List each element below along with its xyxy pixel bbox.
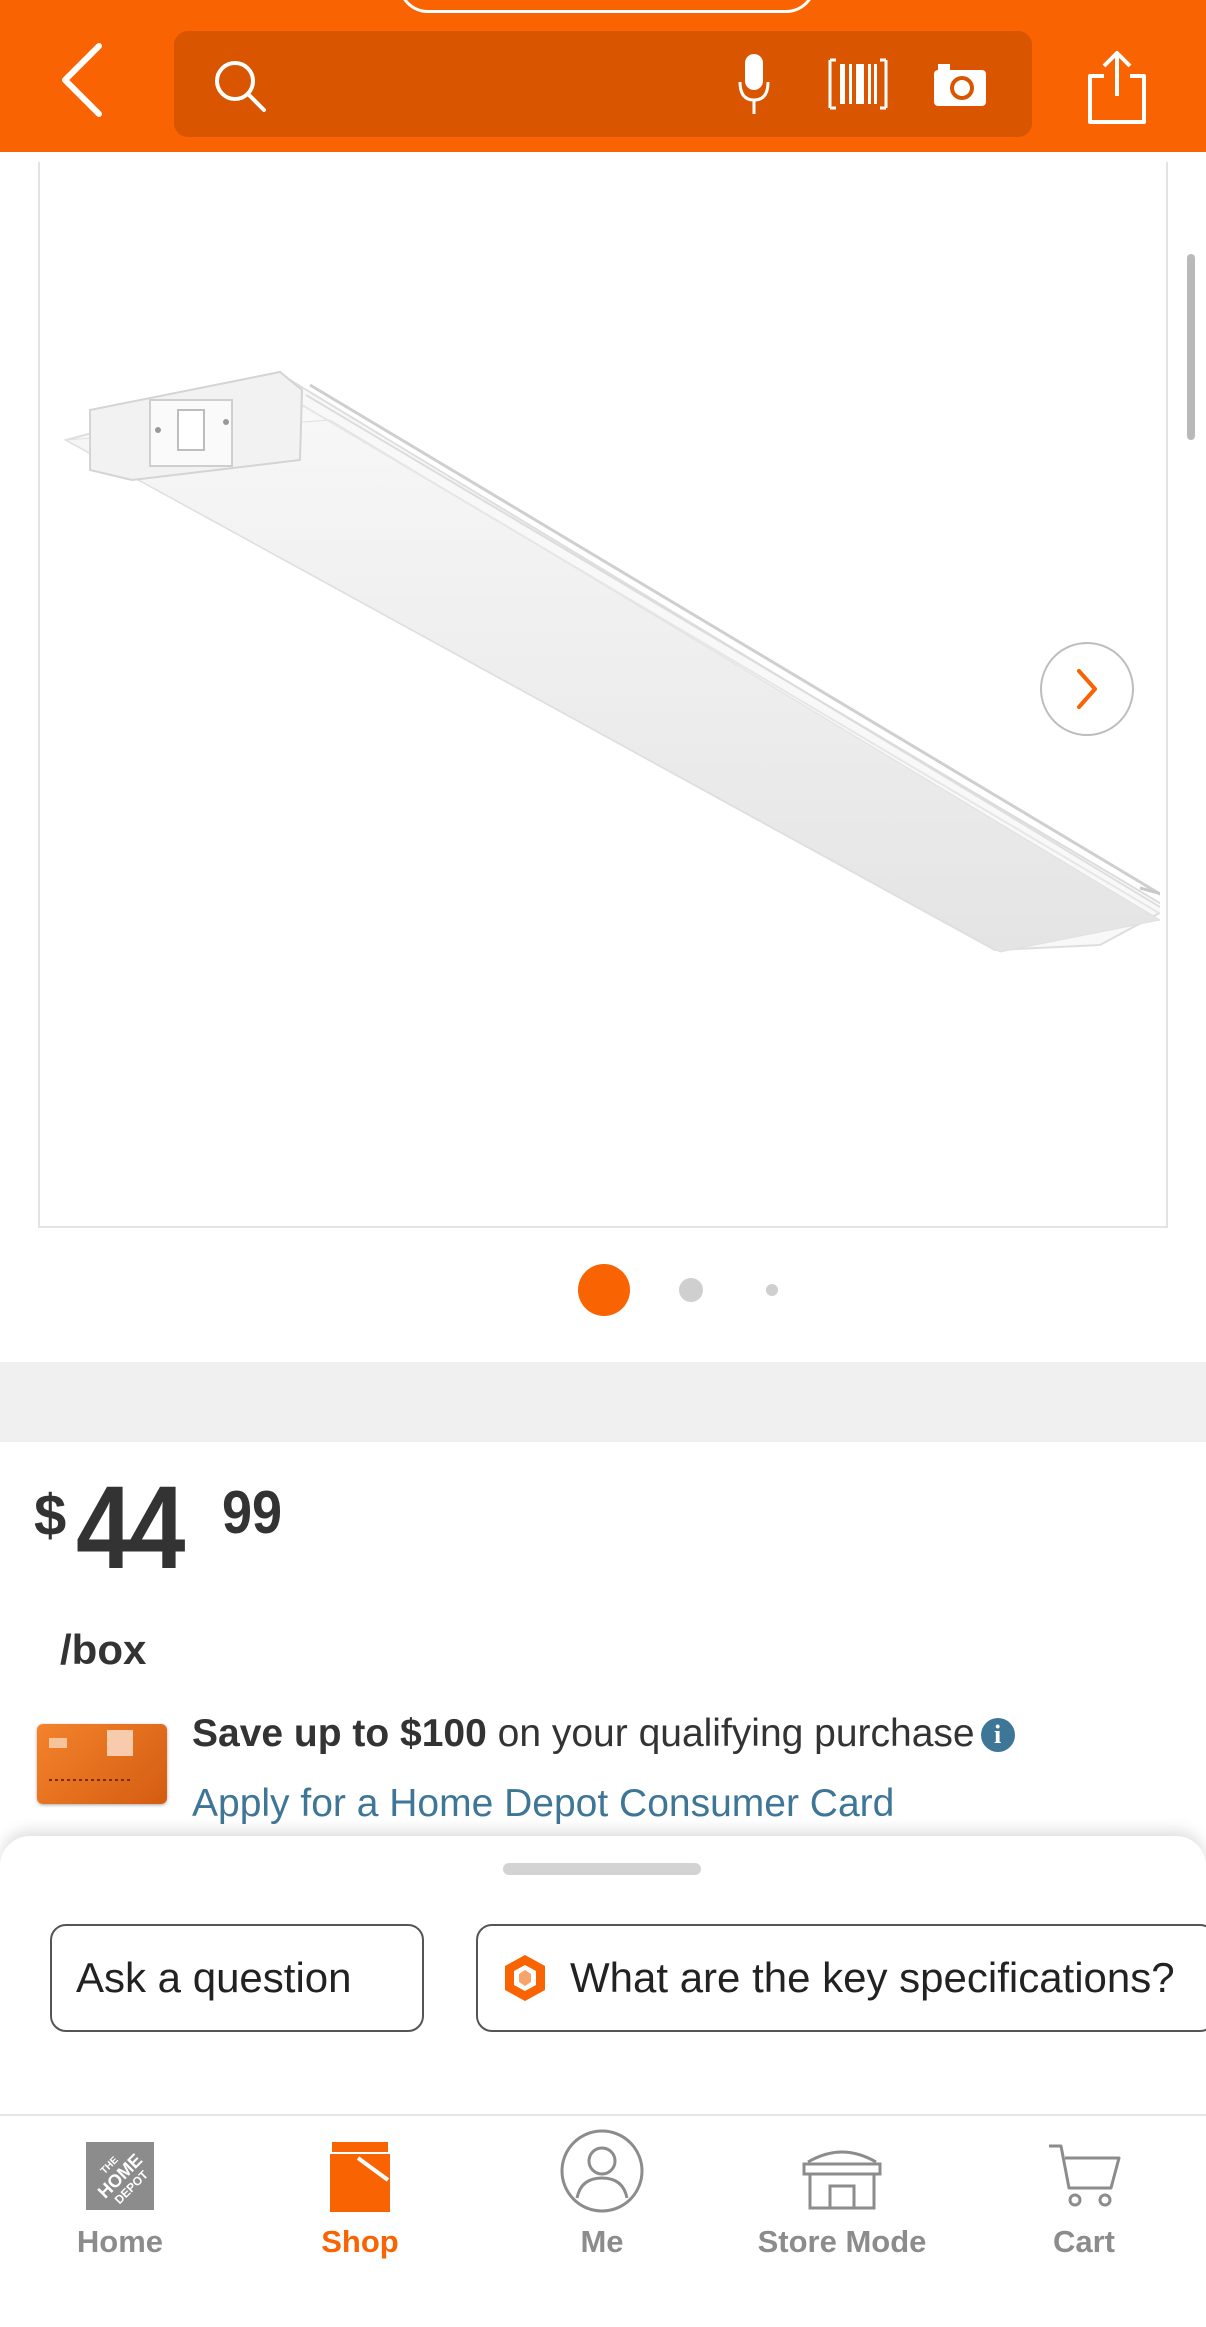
price-unit: /box <box>60 1626 147 1673</box>
user-icon <box>560 2129 644 2213</box>
tab-cart-label: Cart <box>1052 2224 1115 2259</box>
microphone-icon[interactable] <box>736 52 772 118</box>
camera-icon[interactable] <box>932 60 988 108</box>
cart-icon <box>1049 2144 1121 2207</box>
info-icon[interactable]: i <box>980 1718 1015 1752</box>
home-depot-card-icon <box>49 1730 133 1781</box>
home-depot-logo-icon: THE HOME DEPOT <box>86 2142 154 2210</box>
top-pill-decoration <box>398 0 816 13</box>
chevron-right-icon <box>1077 669 1097 709</box>
promo-bold: Save up to $100 <box>192 1712 487 1755</box>
price-cents: 99 <box>222 1479 283 1546</box>
price-dollars: 44 <box>76 1462 185 1594</box>
tab-home-label: Home <box>76 2224 164 2259</box>
card-promo-text: Save up to $100 on your qualifying purch… <box>192 1712 1015 1756</box>
shop-icon <box>330 2142 390 2212</box>
tab-me-label: Me <box>580 2224 624 2259</box>
chip-label: What are the key specifications? <box>570 1954 1175 2001</box>
tab-cart[interactable]: Cart <box>984 2128 1184 2288</box>
back-button[interactable] <box>48 40 118 120</box>
tab-home[interactable]: THE HOME DEPOT Home <box>20 2128 220 2288</box>
gallery-dot[interactable] <box>766 1284 778 1296</box>
search-input[interactable] <box>174 31 1032 137</box>
tab-store-mode-label: Store Mode <box>757 2224 927 2259</box>
share-icon[interactable] <box>1080 48 1154 126</box>
next-image-button[interactable] <box>1040 642 1134 736</box>
chip-label: Ask a question <box>76 1954 352 2001</box>
apply-card-link[interactable]: Apply for a Home Depot Consumer Card <box>192 1782 894 1826</box>
sheet-drag-handle[interactable] <box>503 1863 701 1875</box>
credit-card-image[interactable] <box>37 1724 167 1804</box>
product-image <box>63 370 1160 953</box>
section-separator <box>0 1362 1206 1442</box>
tab-shop-label: Shop <box>321 2224 399 2259</box>
back-icon <box>62 43 102 117</box>
key-specifications-chip[interactable]: What are the key specifications? <box>476 1924 1206 2032</box>
tab-me[interactable]: Me <box>502 2128 702 2288</box>
tab-store-mode[interactable]: Store Mode <box>742 2128 942 2288</box>
gallery-dot[interactable] <box>679 1278 703 1302</box>
tab-shop[interactable]: Shop <box>260 2128 460 2288</box>
promo-rest: on your qualifying purchase <box>486 1712 975 1755</box>
gallery-dot-active[interactable] <box>578 1264 630 1316</box>
store-icon <box>802 2150 882 2210</box>
price-currency: $ <box>34 1483 67 1548</box>
ask-question-chip[interactable]: Ask a question <box>50 1924 424 2032</box>
ai-assistant-hex-icon <box>505 1955 545 2001</box>
search-icon <box>215 61 266 112</box>
barcode-icon[interactable] <box>826 56 890 112</box>
gallery-scrollbar[interactable] <box>1187 254 1195 440</box>
